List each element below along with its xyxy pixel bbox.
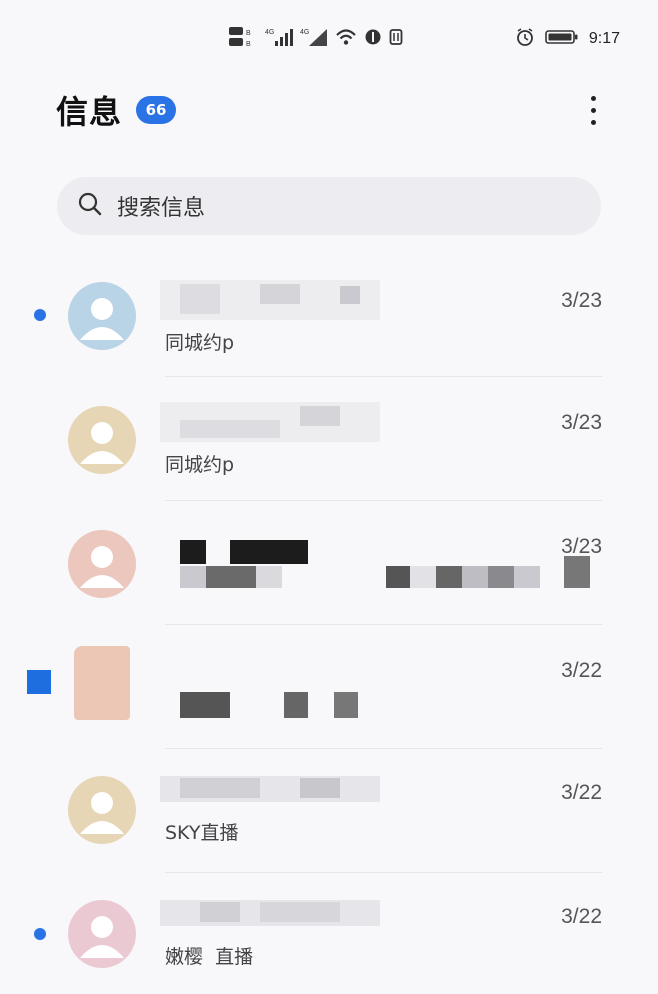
unread-dot bbox=[34, 928, 46, 940]
message-date: 3/23 bbox=[561, 535, 602, 558]
message-preview: 嫩樱 直播 bbox=[165, 946, 254, 968]
search-bar[interactable]: 搜索信息 bbox=[57, 177, 601, 235]
conversation-row[interactable]: 同城约p 3/23 bbox=[0, 254, 658, 377]
search-placeholder: 搜索信息 bbox=[117, 196, 206, 221]
avatar bbox=[68, 900, 136, 968]
signal-4g-icon: 4G bbox=[300, 26, 328, 52]
data-saver-icon bbox=[364, 28, 382, 50]
signal-4g-icon: 4G bbox=[265, 26, 293, 52]
clock-time: 9:17 bbox=[588, 30, 620, 47]
message-date: 3/23 bbox=[561, 289, 602, 312]
divider bbox=[165, 624, 602, 625]
svg-text:B: B bbox=[246, 30, 251, 37]
message-preview-redacted bbox=[160, 692, 380, 732]
sender-name-redacted bbox=[160, 776, 380, 802]
avatar bbox=[68, 530, 136, 598]
message-date: 3/22 bbox=[561, 905, 602, 928]
unread-count-badge: 66 bbox=[136, 96, 177, 124]
sender-name-redacted bbox=[160, 900, 380, 926]
message-date: 3/23 bbox=[561, 411, 602, 434]
message-preview: SKY直播 bbox=[165, 822, 239, 844]
unread-dot bbox=[34, 309, 46, 321]
status-bar-indicators: BB 4G 4G bbox=[228, 22, 405, 56]
page-header: 信息 66 bbox=[56, 88, 177, 132]
message-date: 3/22 bbox=[561, 659, 602, 682]
sim-hd-icon: BB bbox=[228, 25, 258, 53]
divider bbox=[165, 872, 602, 873]
more-vertical-icon[interactable] bbox=[578, 90, 608, 130]
divider bbox=[165, 376, 602, 377]
avatar bbox=[68, 406, 136, 474]
message-preview: 同城约p bbox=[165, 332, 235, 354]
unread-indicator bbox=[27, 670, 51, 694]
more-dot bbox=[590, 107, 596, 113]
more-dot bbox=[590, 95, 596, 101]
sender-name-redacted bbox=[160, 280, 380, 320]
svg-text:4G: 4G bbox=[300, 29, 309, 36]
page-title: 信息 bbox=[56, 93, 123, 131]
svg-text:B: B bbox=[246, 41, 251, 48]
divider bbox=[165, 500, 602, 501]
divider bbox=[165, 748, 602, 749]
message-date: 3/22 bbox=[561, 781, 602, 804]
messages-screen: BB 4G 4G 9:17 信息 66 搜索信息 同城约p 3/23 同城约p … bbox=[0, 0, 658, 994]
search-icon bbox=[77, 191, 103, 221]
sender-name-redacted bbox=[160, 540, 600, 588]
conversation-row[interactable]: 3/23 bbox=[0, 502, 658, 625]
status-bar-system: 9:17 bbox=[515, 22, 620, 56]
conversation-row[interactable]: 嫩樱 直播 3/22 bbox=[0, 874, 658, 994]
photo-avatar bbox=[74, 646, 130, 720]
more-dot bbox=[590, 119, 596, 125]
sender-name-redacted bbox=[160, 402, 380, 442]
status-bar: BB 4G 4G 9:17 bbox=[0, 22, 658, 56]
avatar bbox=[68, 776, 136, 844]
conversation-row[interactable]: 同城约p 3/23 bbox=[0, 378, 658, 501]
conversation-row[interactable]: SKY直播 3/22 bbox=[0, 750, 658, 873]
battery-icon bbox=[545, 29, 579, 49]
nfc-icon bbox=[389, 28, 405, 50]
conversation-row[interactable]: 3/22 bbox=[0, 626, 658, 749]
alarm-icon bbox=[515, 27, 535, 51]
message-preview: 同城约p bbox=[165, 454, 235, 476]
svg-text:4G: 4G bbox=[265, 29, 274, 36]
avatar bbox=[68, 282, 136, 350]
wifi-icon bbox=[335, 27, 357, 51]
